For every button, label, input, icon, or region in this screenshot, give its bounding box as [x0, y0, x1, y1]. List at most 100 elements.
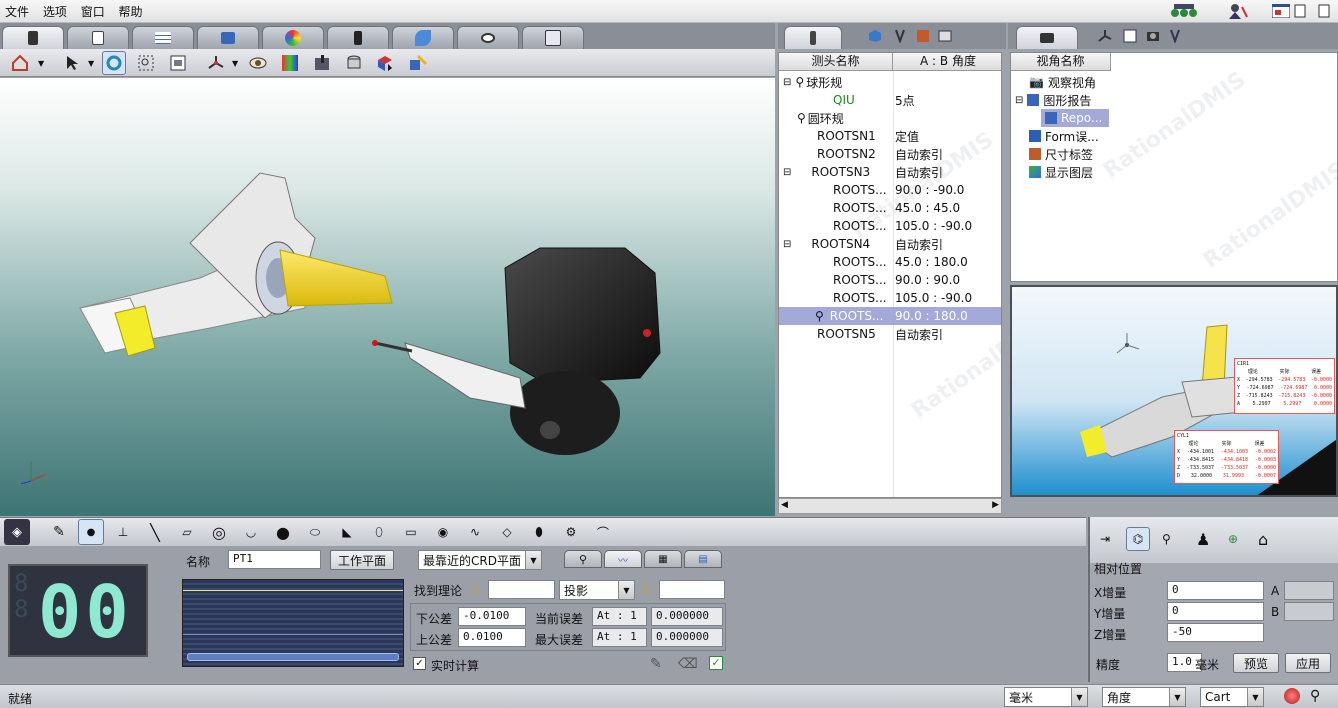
tree-row[interactable]: ROOTSN1 定值: [779, 127, 1001, 145]
x-increment-input[interactable]: 0: [1167, 581, 1264, 600]
chevron-down-icon[interactable]: ▼: [1071, 688, 1087, 706]
axis-view-button[interactable]: [204, 51, 228, 75]
view-item-selected[interactable]: Repo...: [1041, 109, 1109, 127]
tab-graph[interactable]: 〰: [604, 550, 642, 568]
tree-row[interactable]: ROOTS... 45.0 : 180.0: [779, 253, 1001, 271]
probe-tree-scrollbar[interactable]: ◀ ▶: [778, 498, 1002, 514]
chevron-down-icon[interactable]: ▼: [1169, 688, 1185, 706]
probe-direction-icon[interactable]: ⚲: [1162, 532, 1171, 546]
tab-color[interactable]: [262, 26, 324, 49]
tab-probe[interactable]: [2, 26, 64, 49]
graph-scrollbar[interactable]: [187, 653, 399, 661]
chevron-down-icon[interactable]: ▼: [525, 551, 541, 569]
chevron-down-icon[interactable]: ▼: [1247, 688, 1263, 706]
chevron-down-icon[interactable]: ▼: [38, 59, 44, 68]
preview-button[interactable]: 预览: [1233, 653, 1279, 673]
ellipse-feature-button[interactable]: ⬯: [366, 519, 392, 545]
upper-tolerance-input[interactable]: 0.0100: [458, 628, 526, 647]
add-point-icon[interactable]: ⊕: [1228, 532, 1238, 546]
relative-move-button[interactable]: ⌬: [1126, 527, 1150, 551]
collision-check-button[interactable]: [406, 51, 430, 75]
point-feature-button[interactable]: ●: [78, 519, 104, 545]
tab-view[interactable]: [457, 26, 519, 49]
select-pointer-button[interactable]: [60, 51, 84, 75]
edit-icon[interactable]: ✎: [650, 656, 662, 672]
nominal-input[interactable]: [488, 580, 555, 599]
vector-point-button[interactable]: ⊥: [110, 519, 136, 545]
confirm-check-icon[interactable]: ✓: [709, 656, 723, 670]
column-probe-name[interactable]: 测头名称: [779, 53, 893, 70]
view-item[interactable]: 显示图层: [1011, 163, 1233, 181]
probe-user-icon[interactable]: [1228, 3, 1248, 22]
zoom-window-button[interactable]: [166, 51, 190, 75]
torus-feature-button[interactable]: ◉: [430, 519, 456, 545]
color-map-button[interactable]: [278, 51, 302, 75]
tab-camera[interactable]: [1016, 26, 1078, 49]
scroll-right-icon[interactable]: ▶: [992, 500, 999, 510]
projection-input[interactable]: [659, 580, 725, 599]
close-window-icon[interactable]: [1318, 4, 1330, 21]
tree-row[interactable]: ROOTS... 90.0 : 90.0: [779, 271, 1001, 289]
probe-status-icon[interactable]: ⚲: [1310, 688, 1320, 704]
tab-probe-list[interactable]: [784, 26, 842, 49]
edge-point-button[interactable]: ⬮: [526, 519, 552, 545]
cone-feature-button[interactable]: ◣: [334, 519, 360, 545]
tab-program[interactable]: [67, 26, 129, 49]
menu-options[interactable]: 选项: [38, 0, 72, 23]
y-increment-input[interactable]: 0: [1167, 602, 1264, 621]
erase-icon[interactable]: ⌫: [678, 656, 698, 672]
scroll-left-icon[interactable]: ◀: [781, 500, 788, 510]
calibrate-icon[interactable]: [916, 29, 930, 46]
tab-settings[interactable]: [522, 26, 584, 49]
fixture-button[interactable]: [342, 51, 366, 75]
tab-report-view[interactable]: ▤: [684, 550, 722, 568]
lower-tolerance-input[interactable]: -0.0100: [458, 607, 526, 626]
column-view-name[interactable]: 视角名称: [1011, 53, 1111, 71]
rotate-view-button[interactable]: [102, 51, 126, 75]
tab-report[interactable]: [197, 26, 259, 49]
tree-row[interactable]: QIU 5点: [779, 91, 1001, 109]
view-item[interactable]: Form误...: [1011, 127, 1233, 145]
projection-select[interactable]: 投影 ▼: [559, 580, 635, 600]
visibility-button[interactable]: [246, 51, 270, 75]
column-ab-angle[interactable]: A : B 角度: [893, 53, 1001, 70]
emergency-stop-icon[interactable]: [1284, 688, 1300, 704]
report-preview[interactable]: CIR1 理论 实际 误差 X -294.5783 -294.5783 -0.0000 Y…: [1010, 285, 1338, 497]
machine-view-button[interactable]: [310, 51, 334, 75]
angle-select[interactable]: 角度 ▼: [1102, 687, 1186, 707]
gear-feature-button[interactable]: ⚙: [558, 519, 584, 545]
home-icon[interactable]: ⌂: [1258, 530, 1268, 549]
measure-mode-button[interactable]: ◈: [4, 519, 30, 545]
probe-swap-icon[interactable]: [938, 29, 952, 46]
tab-probe-path[interactable]: ⚲: [564, 550, 602, 568]
tree-row[interactable]: ROOTS... 105.0 : -90.0: [779, 289, 1001, 307]
simulation-button[interactable]: [374, 51, 398, 75]
probe-view-icon[interactable]: [1168, 29, 1182, 46]
menu-window[interactable]: 窗口: [76, 0, 110, 23]
tree-row-selected[interactable]: ⚲ ROOTS... 90.0 : 180.0: [779, 307, 1001, 325]
slot-feature-button[interactable]: ▭: [398, 519, 424, 545]
coord-select[interactable]: Cart ▼: [1200, 687, 1264, 707]
window-layout-icon[interactable]: [1271, 3, 1291, 21]
menu-file[interactable]: 文件: [0, 0, 34, 23]
tree-row[interactable]: ⊟ ROOTSN3 自动索引: [779, 163, 1001, 181]
tab-probe-tools[interactable]: [327, 26, 389, 49]
chevron-down-icon[interactable]: ▼: [88, 59, 94, 68]
move-to-icon[interactable]: ⇥: [1100, 532, 1110, 546]
snapshot-icon[interactable]: [1146, 29, 1160, 46]
tab-data-table[interactable]: ▦: [644, 550, 682, 568]
plane-feature-button[interactable]: ▱: [174, 519, 200, 545]
circle-feature-button[interactable]: ◎: [206, 519, 232, 545]
cad-viewport[interactable]: [0, 78, 775, 516]
cube-icon[interactable]: [868, 29, 882, 46]
view-item[interactable]: ⊟ 图形报告: [1011, 91, 1233, 109]
line-feature-button[interactable]: ╲: [142, 519, 168, 545]
probe-config-icon[interactable]: [893, 29, 907, 46]
tree-row[interactable]: ⊟ ⚲ 球形规: [779, 73, 1001, 91]
z-increment-input[interactable]: -50: [1167, 623, 1264, 642]
tab-table[interactable]: [132, 26, 194, 49]
realtime-checkbox[interactable]: ✓: [413, 657, 426, 670]
chevron-down-icon[interactable]: ▼: [232, 59, 238, 68]
feature-name-input[interactable]: PT1: [228, 550, 321, 569]
report-view-icon[interactable]: [1123, 29, 1137, 46]
